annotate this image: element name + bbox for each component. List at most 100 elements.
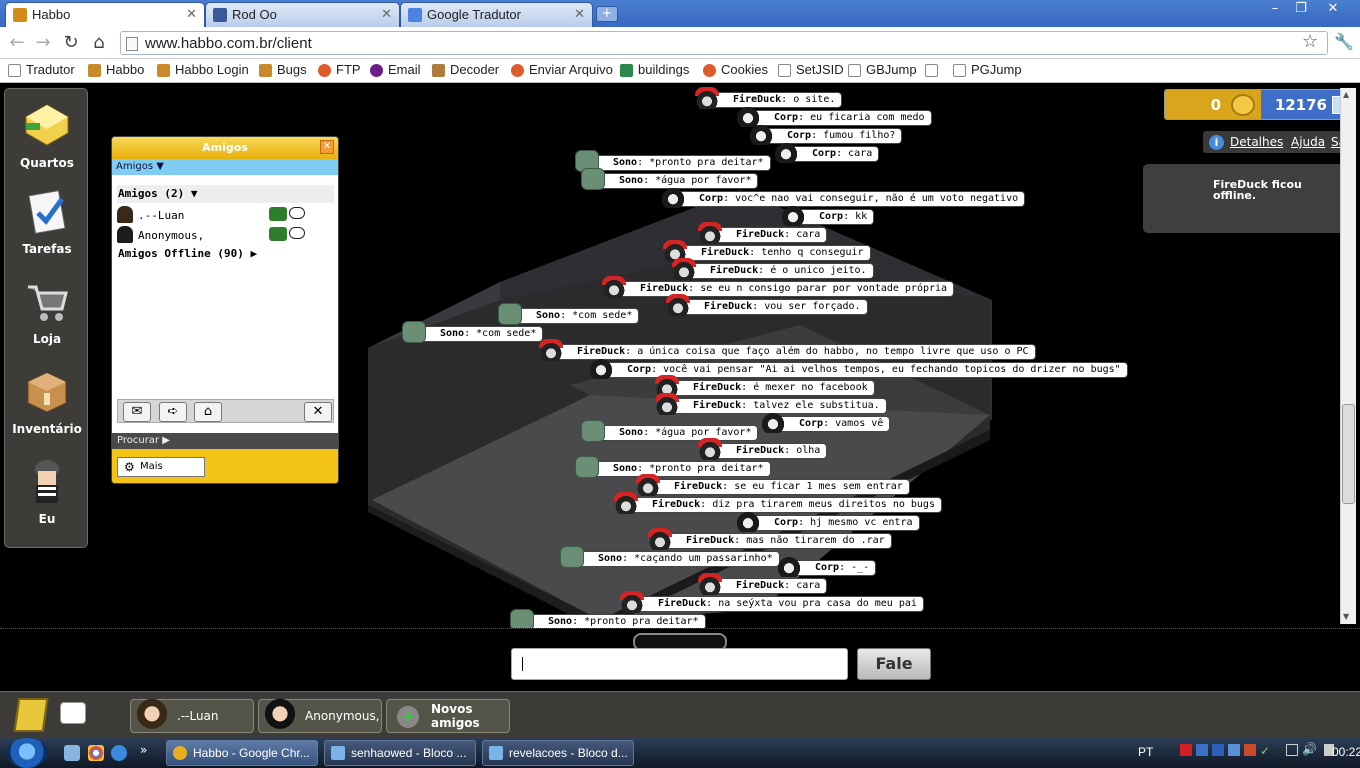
chat-bubble[interactable]: FireDuck: o site. [695, 87, 843, 109]
tray-app-icon[interactable] [1244, 744, 1256, 756]
close-icon[interactable]: ✕ [381, 6, 392, 22]
star-icon[interactable]: ☆ [1302, 31, 1318, 52]
bookmark-email[interactable]: Email [370, 62, 421, 77]
chat-scrollbar[interactable]: ▲ ▼ [1340, 88, 1356, 624]
nav-me[interactable]: Eu [5, 459, 89, 526]
chat-bubble[interactable]: FireDuck: cara [698, 573, 828, 595]
chat-bubble[interactable]: FireDuck: olha [698, 438, 828, 460]
speak-button[interactable]: Fale [857, 648, 931, 680]
notification-bubble[interactable]: FireDuck ficou offline. [1143, 164, 1356, 233]
bookmark-gbjump[interactable]: GBJump [848, 62, 917, 77]
volume-icon[interactable]: 🔊 [1302, 742, 1317, 756]
bookmark-pgjump[interactable]: PGJump [953, 62, 1022, 77]
chat-bubble[interactable]: FireDuck: na seýxta vou pra casa do meu … [620, 591, 924, 613]
bookmark-setjsid[interactable]: SetJSID [778, 62, 844, 77]
nav-rooms[interactable]: Quartos [5, 103, 89, 170]
taskbar-item-notepad[interactable]: revelacoes - Bloco d... [482, 740, 634, 766]
forward-icon[interactable]: → [32, 32, 54, 54]
friend-row[interactable]: Anonymous, [117, 225, 334, 245]
home-icon[interactable]: ⌂ [88, 32, 110, 54]
chat-bubble-icon[interactable] [289, 207, 305, 219]
chat-bubble[interactable]: FireDuck: cara [698, 222, 828, 244]
remove-friend-button[interactable]: ✕ [304, 402, 332, 422]
chat-bubble[interactable]: Corp: cara [774, 141, 880, 163]
home-room-button[interactable]: ⌂ [194, 402, 222, 422]
follow-friend-icon[interactable] [269, 227, 287, 241]
show-desktop-icon[interactable] [64, 745, 80, 761]
compose-message-button[interactable]: ✉ [123, 402, 151, 422]
taskbar-item-chrome[interactable]: Habbo - Google Chr... [166, 740, 318, 766]
nav-quests[interactable]: Tarefas [5, 189, 89, 256]
safely-remove-icon[interactable]: ✓ [1260, 744, 1270, 758]
new-friends-button[interactable]: + Novos amigos [386, 699, 510, 733]
chat-bubble[interactable]: FireDuck: diz pra tirarem meus direitos … [614, 492, 942, 514]
help-link[interactable]: Ajuda [1291, 135, 1325, 149]
taskbar-item-notepad[interactable]: senhaowed - Bloco ... [324, 740, 476, 766]
bookmark-enviar-arquivo[interactable]: Enviar Arquivo [511, 62, 613, 77]
tab-habbo[interactable]: Habbo ✕ [5, 2, 205, 27]
nav-inventory[interactable]: Inventário [5, 369, 89, 436]
friend-row[interactable]: .--Luan [117, 205, 334, 225]
chat-bubble[interactable]: Sono: *com sede* [402, 321, 544, 343]
chat-bubble[interactable]: Sono: *pronto pra deitar* [575, 150, 771, 172]
friends-tab[interactable]: Amigos ▼ [112, 159, 338, 175]
chat-bubble[interactable]: FireDuck: é mexer no facebook [655, 375, 875, 397]
chat-bubble[interactable]: Corp: voc^e nao vai conseguir, não é um … [661, 186, 1026, 208]
close-icon[interactable]: ✕ [574, 6, 585, 22]
close-window-button[interactable]: ✕ [1320, 0, 1346, 18]
bookmark-decoder[interactable]: Decoder [432, 62, 499, 77]
chrome-icon[interactable] [88, 745, 104, 761]
chat-bubble[interactable]: FireDuck: se eu ficar 1 mes sem entrar [636, 474, 910, 496]
chat-bubble[interactable]: FireDuck: a única coisa que faço além do… [539, 339, 1036, 361]
chat-input[interactable] [511, 648, 848, 680]
scroll-up-icon[interactable]: ▲ [1343, 90, 1349, 99]
chat-bubble[interactable]: FireDuck: vou ser forçado. [666, 294, 868, 316]
bookmark-bugs[interactable]: Bugs [259, 62, 307, 77]
chat-bubble[interactable]: Corp: kk [781, 204, 875, 226]
back-icon[interactable]: ← [6, 32, 28, 54]
chat-bubble[interactable]: FireDuck: tenho q conseguir [663, 240, 871, 262]
chat-bubble[interactable]: FireDuck: mas não tirarem do .rar [648, 528, 892, 550]
start-button[interactable] [6, 738, 48, 768]
tab-google-tradutor[interactable]: Google Tradutor ✕ [400, 2, 593, 27]
scroll-down-icon[interactable]: ▼ [1343, 612, 1349, 621]
tray-app-icon[interactable] [1212, 744, 1224, 756]
chat-bubble[interactable]: Corp: eu ficaria com medo [736, 105, 932, 127]
offline-friends-header[interactable]: Amigos Offline (90) ▶ [118, 247, 257, 260]
acrobat-icon[interactable] [1180, 744, 1192, 756]
scroll-thumb[interactable] [1342, 404, 1355, 504]
bookmark-ftp[interactable]: FTP [318, 62, 361, 77]
tray-app-icon[interactable] [1228, 744, 1240, 756]
bookmark-cookies[interactable]: Cookies [703, 62, 768, 77]
follow-friend-icon[interactable] [269, 207, 287, 221]
follow-button[interactable]: ➪ [159, 402, 187, 422]
chat-bubble[interactable]: Corp: hj mesmo vc entra [736, 510, 920, 532]
more-button[interactable]: ⚙ Mais [117, 457, 205, 477]
chat-bubble[interactable]: Sono: *pronto pra deitar* [575, 456, 771, 478]
clock[interactable]: 00:22 [1332, 745, 1360, 759]
close-icon[interactable]: ✕ [320, 140, 334, 154]
network-icon[interactable] [1286, 744, 1298, 756]
wrench-icon[interactable]: 🔧 [1334, 32, 1354, 51]
details-link[interactable]: Detalhes [1230, 135, 1283, 149]
chat-bubble[interactable]: Sono: *com sede* [498, 303, 640, 325]
bookmark-habbo[interactable]: Habbo [88, 62, 144, 77]
friend-bar-item[interactable]: Anonymous, [258, 694, 382, 733]
bookmark-buildings[interactable]: buildings [620, 62, 689, 77]
friends-group-header[interactable]: Amigos (2) ▼ [117, 185, 334, 203]
close-icon[interactable]: ✕ [186, 6, 197, 22]
chat-bubble[interactable]: FireDuck: se eu n consigo parar por vont… [602, 276, 955, 298]
chat-bubble-icon[interactable] [289, 227, 305, 239]
reload-icon[interactable]: ↻ [60, 32, 82, 54]
tray-app-icon[interactable] [1196, 744, 1208, 756]
chat-bubble[interactable]: Corp: vamos vê [761, 411, 891, 433]
friends-window-title[interactable]: Amigos [112, 137, 338, 159]
maximize-button[interactable]: ❐ [1288, 0, 1314, 18]
bookmark-habbo-login[interactable]: Habbo Login [157, 62, 249, 77]
tab-rod-oo[interactable]: Rod Oo ✕ [205, 2, 400, 27]
quick-launch-more-icon[interactable]: » [140, 743, 147, 757]
chat-bubble[interactable]: Corp: -_- [777, 555, 877, 577]
info-icon[interactable]: i [1209, 135, 1224, 150]
friends-search-toggle[interactable]: Procurar ▶ [112, 433, 338, 449]
notebook-icon[interactable] [13, 698, 49, 732]
